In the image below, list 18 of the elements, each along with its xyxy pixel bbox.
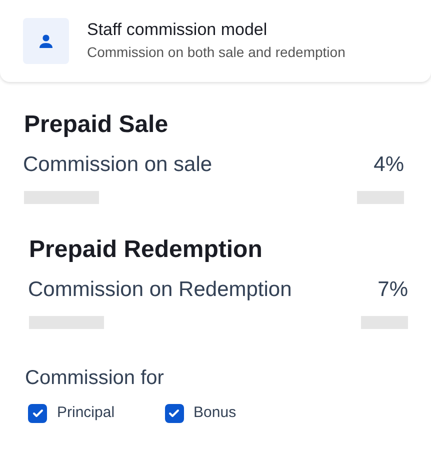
section-heading: Prepaid Redemption	[29, 235, 264, 265]
commission-label: Commission on sale	[23, 152, 212, 178]
card-subtitle: Commission on both sale and redemption	[87, 44, 346, 62]
commission-value: 7%	[378, 277, 408, 303]
commission-for-label: Commission for	[25, 366, 165, 391]
check-icon	[32, 407, 44, 420]
checkbox[interactable]	[164, 404, 184, 423]
commission-label: Commission on Redemption	[28, 277, 292, 303]
skeleton-bar	[361, 316, 408, 329]
checkbox-label: Principal	[57, 403, 115, 423]
commission-value: 4%	[374, 152, 404, 178]
person-icon	[23, 18, 69, 64]
card-title: Staff commission model	[87, 18, 268, 40]
section-heading: Prepaid Sale	[24, 110, 170, 140]
checkbox-label: Bonus	[194, 403, 236, 423]
skeleton-bar	[357, 191, 404, 204]
checkbox[interactable]	[28, 404, 47, 423]
check-icon	[168, 407, 180, 420]
